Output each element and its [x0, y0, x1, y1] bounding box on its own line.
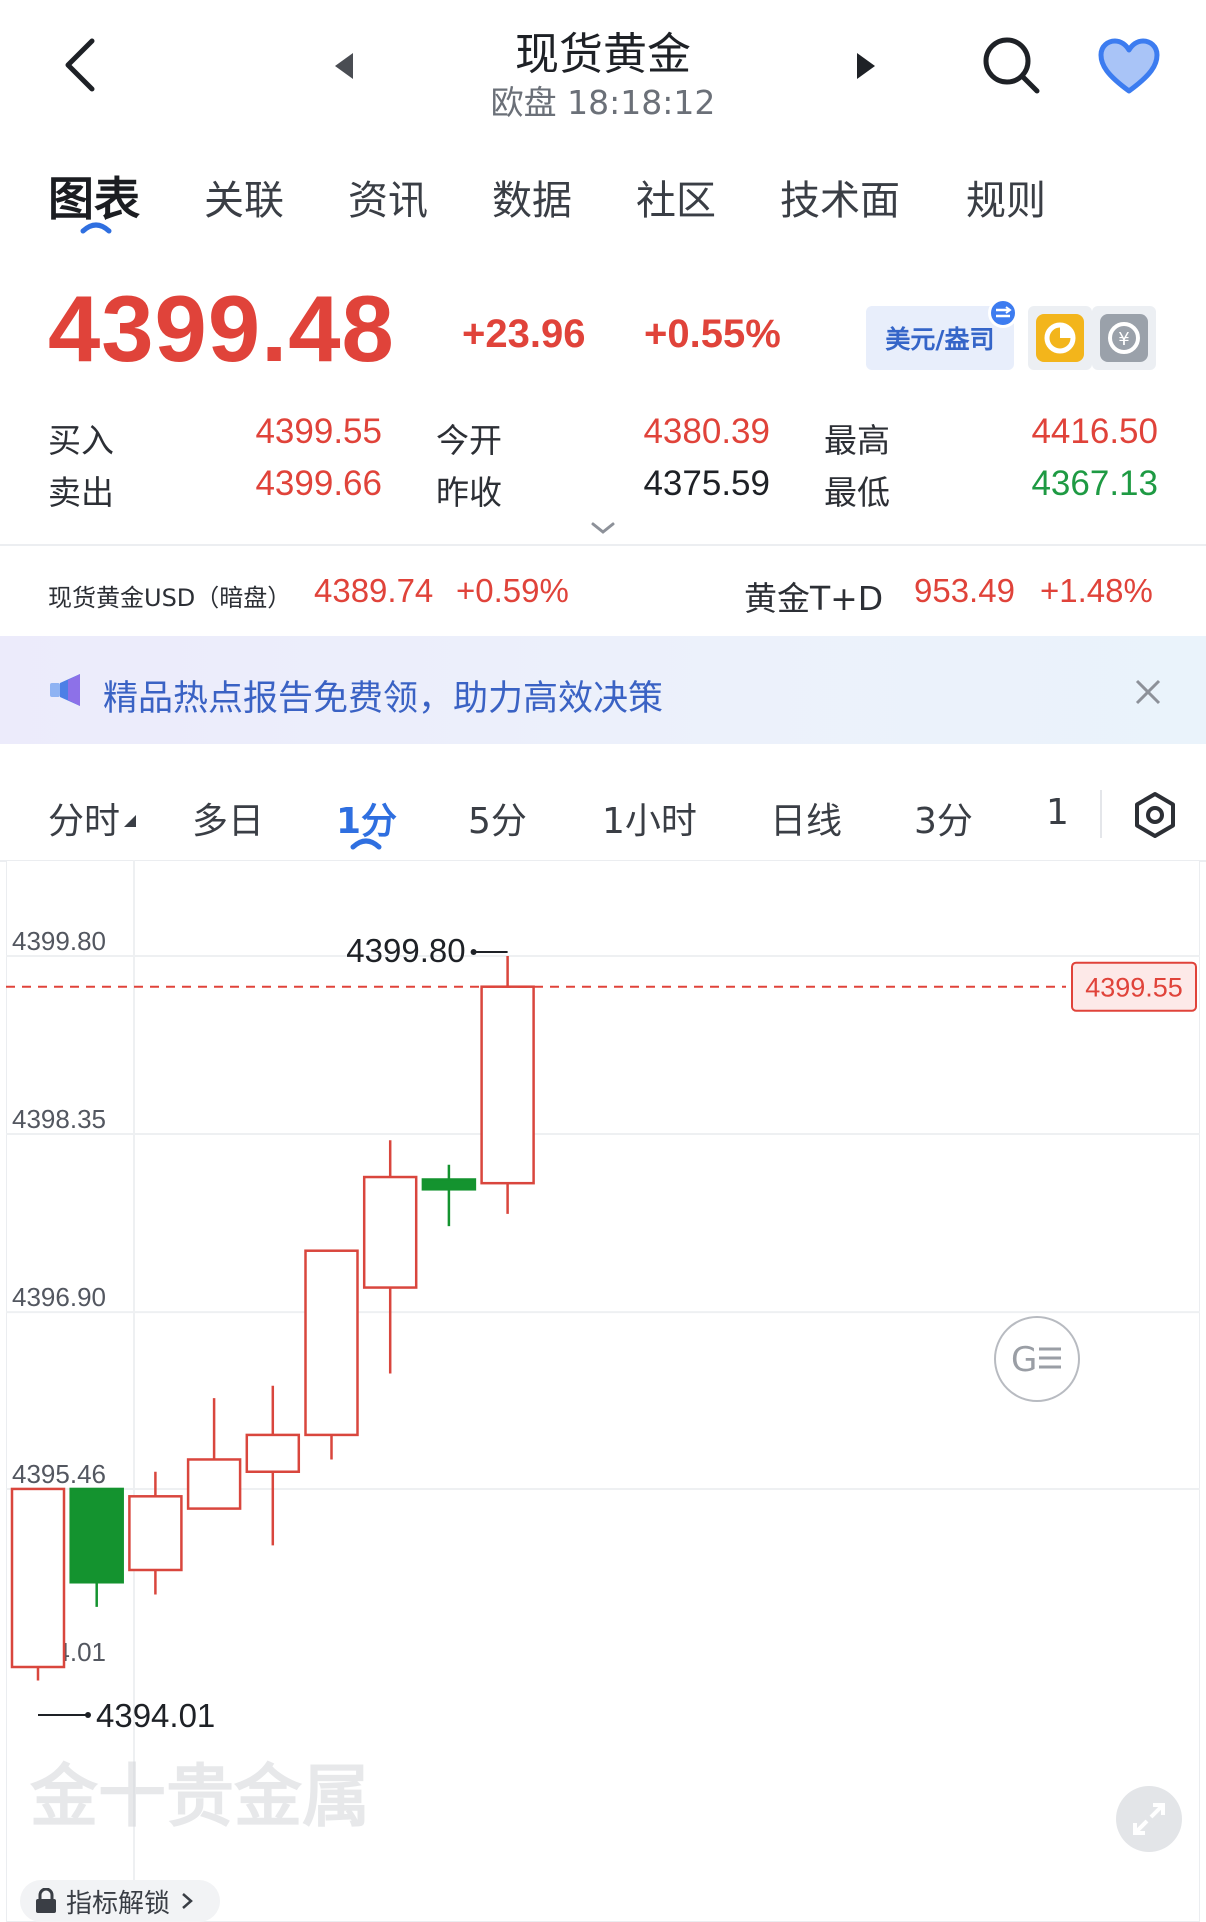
tab-related[interactable]: 关联	[204, 168, 284, 226]
period-more[interactable]: 1	[1046, 792, 1069, 833]
currency-unit-label: 美元/盎司	[885, 325, 995, 354]
candle-body	[362, 1175, 418, 1289]
y-axis-tick-label: 4395.46	[12, 1459, 106, 1489]
fullscreen-button[interactable]	[1116, 1786, 1182, 1852]
ask-value: 4399.66	[255, 464, 382, 503]
candle-body	[69, 1487, 124, 1584]
banner-close-button[interactable]	[1126, 670, 1170, 714]
main-tabs: 图表 关联 资讯 数据 社区 技术面 规则	[0, 150, 1206, 234]
tab-technical[interactable]: 技术面	[780, 168, 900, 226]
min-price-dot	[85, 1712, 91, 1718]
unlock-label: 指标解锁	[66, 1888, 171, 1919]
prev-close-value: 4375.59	[643, 464, 770, 503]
swap-icon	[988, 298, 1018, 328]
top-bar: 现货黄金 欧盘 18:18:12	[0, 0, 1206, 140]
search-icon	[983, 37, 1040, 94]
tab-active-indicator	[80, 222, 112, 234]
related-instrument-price: 953.49	[914, 572, 1015, 609]
related-instrument-change: +1.48%	[1040, 572, 1153, 609]
bid-label: 买入	[48, 421, 114, 460]
watermark-logo: 金十贵金属	[29, 1758, 370, 1837]
prev-instrument-button[interactable]	[326, 46, 362, 86]
period-multiday[interactable]: 多日	[192, 792, 264, 844]
close-icon	[1135, 679, 1161, 705]
chevron-down-icon	[591, 522, 615, 534]
favorite-button[interactable]	[1094, 34, 1164, 98]
max-price-dot	[470, 949, 477, 955]
page-title: 现货黄金	[515, 29, 691, 80]
indicator-unlock-button[interactable]: 指标解锁	[20, 1880, 220, 1922]
currency-exchange-icon: ¥	[1100, 314, 1148, 362]
bid-value: 4399.55	[255, 412, 382, 451]
exchange-rate-button[interactable]: ¥	[1092, 306, 1156, 370]
candlestick-chart[interactable]: 4399.80 4398.35 4396.90 4395.46 4394.01 金十贵金…	[5, 859, 1201, 1922]
candle-body	[480, 985, 535, 1185]
low-value: 4367.13	[1031, 464, 1158, 503]
related-instrument-name[interactable]: 黄金T+D	[744, 572, 883, 620]
gold-indicator-button[interactable]: G	[994, 1316, 1080, 1402]
price-change: +23.96	[462, 312, 586, 356]
candle-body	[186, 1458, 242, 1510]
market-session-time: 欧盘 18:18:12	[490, 83, 716, 122]
chevron-right-icon	[182, 1893, 193, 1909]
y-axis-tick-label: 4398.35	[12, 1104, 106, 1134]
triangle-right-icon	[857, 53, 875, 79]
triangle-left-icon	[335, 53, 353, 79]
divider	[0, 544, 1206, 546]
last-price: 4399.48	[48, 276, 395, 381]
search-button[interactable]	[978, 32, 1044, 98]
lock-icon	[36, 1888, 56, 1913]
dropdown-triangle-icon	[124, 815, 136, 827]
expand-quote-button[interactable]	[584, 516, 622, 540]
tab-community[interactable]: 社区	[636, 168, 716, 226]
candle-body	[421, 1178, 477, 1191]
candle-body	[10, 1487, 66, 1669]
open-value: 4380.39	[643, 412, 770, 451]
divider	[1100, 790, 1102, 838]
high-value: 4416.50	[1031, 412, 1158, 451]
heart-icon	[1098, 38, 1160, 94]
candle-body	[245, 1433, 301, 1474]
low-label: 最低	[824, 473, 890, 512]
chart-settings-button[interactable]	[1128, 788, 1182, 842]
period-daily[interactable]: 日线	[770, 792, 842, 844]
banner-text: 精品热点报告免费领，助力高效决策	[103, 679, 664, 719]
megaphone-icon	[50, 674, 80, 706]
related-instrument-name[interactable]: 现货黄金USD（暗盘）	[48, 578, 291, 613]
candle-body	[304, 1249, 359, 1437]
history-button[interactable]	[1028, 306, 1092, 370]
y-axis-tick-label: 4399.80	[12, 926, 106, 956]
period-1hour[interactable]: 1小时	[602, 792, 697, 844]
current-price-tag-label: 4399.55	[1085, 973, 1183, 1003]
tab-rules[interactable]: 规则	[966, 168, 1046, 226]
open-label: 今开	[436, 421, 502, 460]
svg-text:G: G	[1011, 1340, 1037, 1379]
ask-label: 卖出	[48, 473, 114, 512]
refresh-clock-icon	[1036, 314, 1084, 362]
settings-hexagon-icon	[1135, 792, 1175, 838]
prev-close-label: 昨收	[436, 473, 502, 512]
period-3min[interactable]: 3分	[914, 792, 973, 844]
next-instrument-button[interactable]	[848, 46, 884, 86]
max-price-label: 4399.80	[346, 932, 465, 969]
high-label: 最高	[824, 421, 890, 460]
tab-news[interactable]: 资讯	[348, 168, 428, 226]
period-active-indicator	[350, 838, 382, 850]
back-button[interactable]	[50, 30, 110, 100]
tab-data[interactable]: 数据	[492, 168, 572, 226]
candle-body	[128, 1495, 183, 1572]
related-instrument-change: +0.59%	[456, 572, 569, 609]
y-axis-tick-label: 4396.90	[12, 1282, 106, 1312]
chevron-left-icon	[65, 38, 95, 92]
period-timeshare[interactable]: 分时	[48, 792, 120, 844]
period-5min[interactable]: 5分	[468, 792, 527, 844]
svg-text:¥: ¥	[1118, 329, 1129, 350]
min-price-label: 4394.01	[96, 1697, 215, 1734]
ge-logo-icon: G	[1011, 1340, 1061, 1379]
price-change-percent: +0.55%	[644, 312, 781, 356]
expand-arrows-icon	[1133, 1803, 1165, 1835]
related-instrument-price: 4389.74	[314, 572, 434, 609]
